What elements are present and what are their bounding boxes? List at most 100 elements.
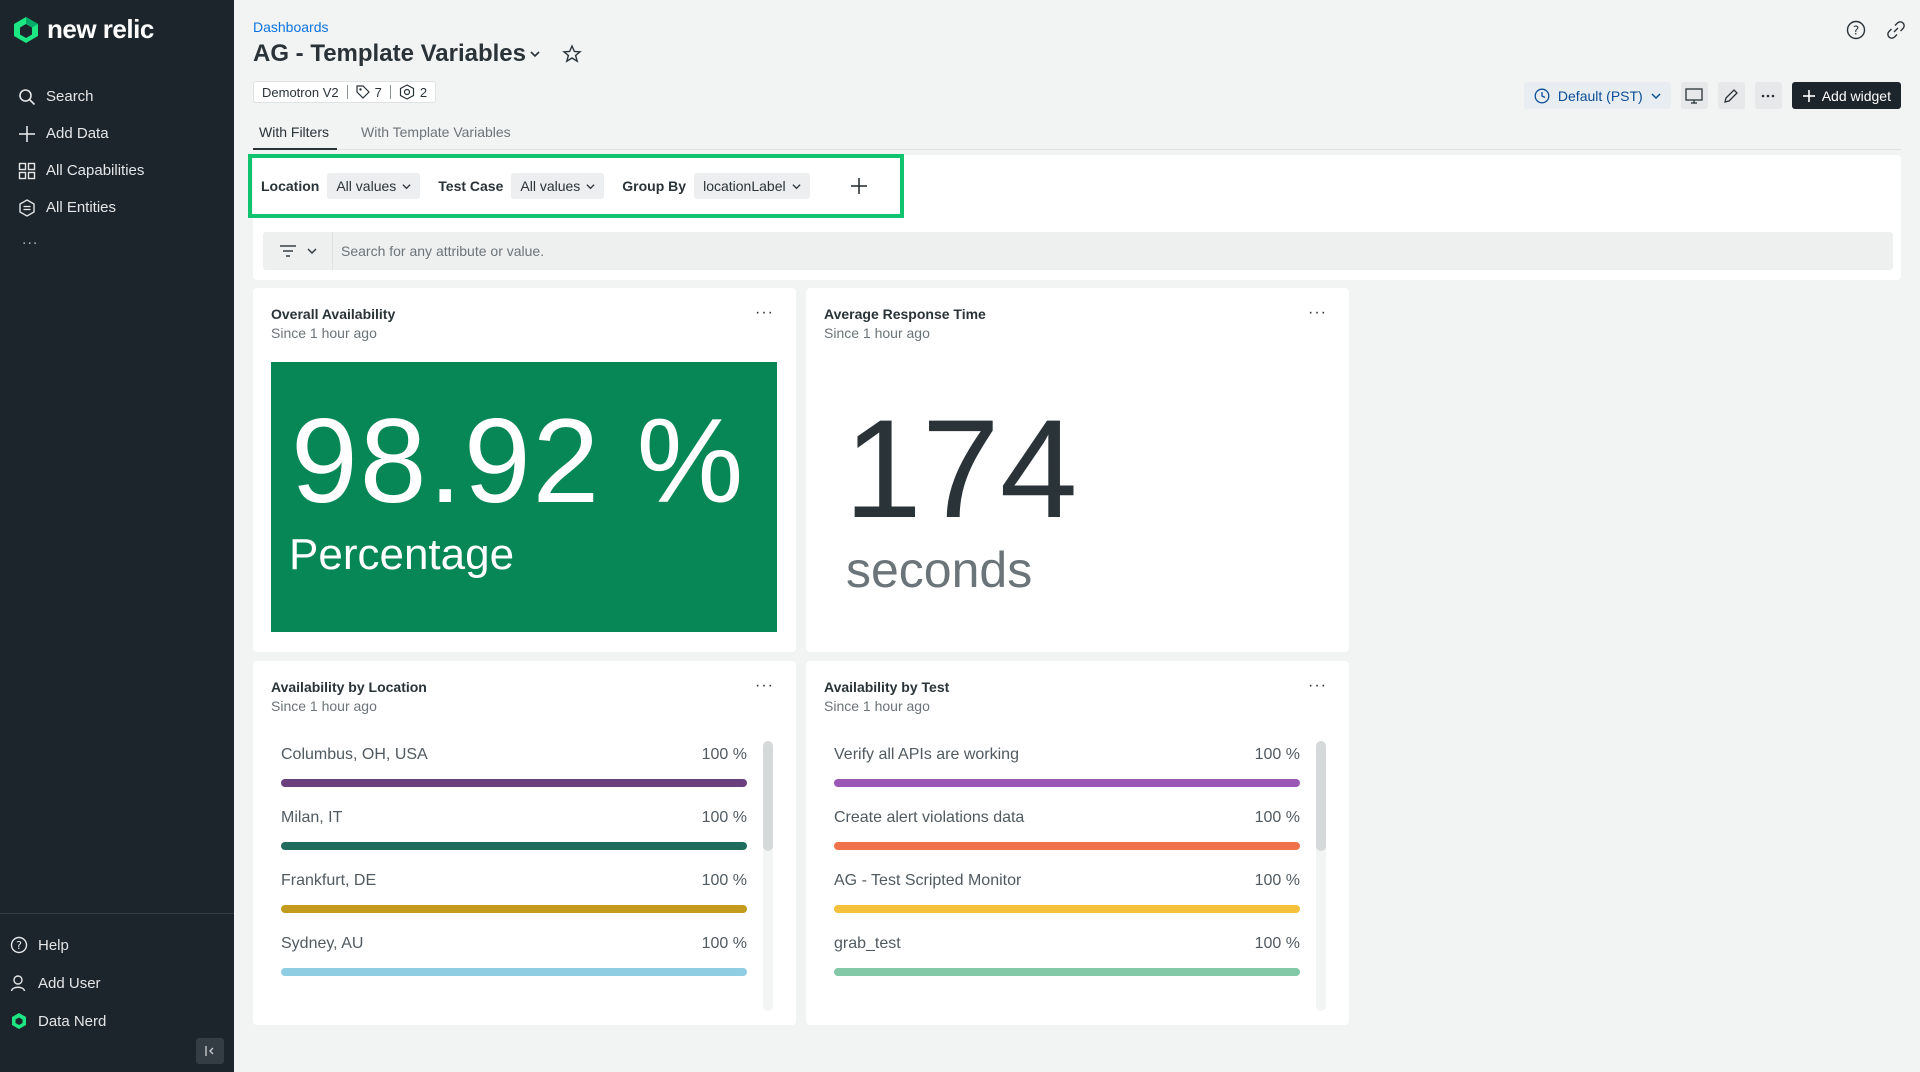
sidebar-item-all-entities[interactable]: All Entities (0, 189, 234, 226)
sidebar-item-label: Search (46, 88, 94, 105)
svg-text:?: ? (1853, 24, 1859, 38)
template-variable-bar: Location All values Test Case All values… (248, 154, 904, 218)
chevron-down-icon[interactable] (530, 49, 540, 59)
bar-value: 100 % (701, 872, 747, 889)
sidebar-more-button[interactable]: ... (0, 226, 234, 254)
filter-icon (279, 245, 296, 257)
chevron-down-icon (307, 248, 316, 254)
sidebar-item-add-user[interactable]: Add User (0, 964, 234, 1002)
help-icon[interactable]: ? (1846, 20, 1866, 40)
widget-average-response-time: Average Response Time Since 1 hour ago ·… (806, 288, 1349, 652)
bar-value: 100 % (701, 746, 747, 763)
pencil-icon (1724, 88, 1739, 103)
dashboard-meta: Demotron V2 7 2 (253, 81, 437, 103)
tags-count-value: 7 (374, 84, 382, 100)
sidebar-item-help[interactable]: ? Help (0, 926, 234, 964)
group-by-value: locationLabel (703, 178, 786, 194)
svg-text:?: ? (16, 939, 22, 952)
bar-label: Milan, IT (281, 809, 343, 826)
bar-label: Verify all APIs are working (834, 746, 1019, 763)
list-item[interactable]: Frankfurt, DE 100 % (281, 869, 747, 932)
location-dropdown[interactable]: All values (327, 173, 421, 199)
list-item[interactable]: Columbus, OH, USA 100 % (281, 743, 747, 806)
sidebar-item-all-capabilities[interactable]: All Capabilities (0, 152, 234, 189)
bar-value: 100 % (701, 935, 747, 952)
bar-list: Verify all APIs are working 100 % Create… (834, 743, 1300, 995)
billboard-value: 174 (844, 390, 1078, 547)
sidebar-item-add-data[interactable]: Add Data (0, 115, 234, 152)
bar-label: grab_test (834, 935, 901, 952)
widget-title: Average Response Time (824, 306, 986, 322)
edit-button[interactable] (1717, 82, 1745, 109)
star-icon[interactable] (562, 44, 582, 64)
chevron-down-icon (1651, 92, 1661, 99)
tab-with-filters[interactable]: With Filters (253, 120, 337, 150)
list-item[interactable]: AG - Test Scripted Monitor 100 % (834, 869, 1300, 932)
bar-fill (281, 968, 747, 976)
filter-type-button[interactable] (263, 232, 333, 270)
bar-fill (834, 779, 1300, 787)
collapse-sidebar-button[interactable] (196, 1038, 224, 1064)
scrollbar-thumb[interactable] (1316, 741, 1326, 851)
billboard-availability: 98.92 % Percentage (271, 362, 777, 632)
bar-label: AG - Test Scripted Monitor (834, 872, 1022, 889)
bar-label: Create alert violations data (834, 809, 1025, 826)
sidebar-item-label: All Entities (46, 199, 117, 216)
brand-logo[interactable]: new relic (13, 14, 154, 45)
timezone-picker[interactable]: Default (PST) (1523, 82, 1671, 109)
tag-icon (355, 85, 370, 99)
help-icon: ? (10, 936, 28, 954)
add-widget-button[interactable]: Add widget (1791, 82, 1901, 109)
filter-label-test-case: Test Case (438, 178, 504, 194)
clock-icon (1534, 88, 1550, 103)
widget-title: Overall Availability (271, 306, 396, 322)
list-item[interactable]: Create alert violations data 100 % (834, 806, 1300, 869)
bar-value: 100 % (1254, 935, 1300, 952)
bar-value: 100 % (1254, 746, 1300, 763)
widget-menu-button[interactable]: ··· (1308, 677, 1327, 695)
account-name[interactable]: Demotron V2 (262, 85, 339, 100)
top-icons: ? (1846, 20, 1906, 40)
bar-value: 100 % (701, 809, 747, 826)
chevron-down-icon (402, 183, 411, 189)
sidebar-item-search[interactable]: Search (0, 78, 234, 115)
tags-count[interactable]: 7 (355, 84, 382, 100)
list-item[interactable]: Sydney, AU 100 % (281, 932, 747, 995)
logo-icon (14, 16, 38, 43)
sidebar-item-label: Data Nerd (38, 1012, 107, 1030)
link-icon[interactable] (1886, 20, 1906, 40)
list-item[interactable]: Milan, IT 100 % (281, 806, 747, 869)
scrollbar-thumb[interactable] (763, 741, 773, 851)
list-item[interactable]: Verify all APIs are working 100 % (834, 743, 1300, 806)
breadcrumb[interactable]: Dashboards (253, 19, 329, 35)
tab-with-template-variables[interactable]: With Template Variables (355, 120, 519, 150)
sidebar-item-label: All Capabilities (46, 162, 145, 179)
bar-value: 100 % (1254, 809, 1300, 826)
bar-label: Columbus, OH, USA (281, 746, 428, 763)
sidebar-item-data-nerd[interactable]: Data Nerd (0, 1002, 234, 1040)
widget-subtitle: Since 1 hour ago (824, 698, 930, 714)
widget-menu-button[interactable]: ··· (755, 677, 774, 695)
add-variable-icon[interactable] (850, 177, 868, 195)
divider (389, 85, 391, 99)
group-by-dropdown[interactable]: locationLabel (694, 173, 810, 199)
more-options-button[interactable] (1754, 82, 1782, 109)
entity-icon (399, 84, 414, 100)
monitor-icon (1685, 87, 1703, 104)
bar-fill (834, 905, 1300, 913)
tv-mode-button[interactable] (1680, 82, 1708, 109)
list-item[interactable]: grab_test 100 % (834, 932, 1300, 995)
bar-value: 100 % (1254, 872, 1300, 889)
widget-availability-by-test: Availability by Test Since 1 hour ago ··… (806, 661, 1349, 1025)
timezone-label: Default (PST) (1557, 87, 1643, 104)
widget-subtitle: Since 1 hour ago (824, 325, 930, 341)
test-case-dropdown[interactable]: All values (511, 173, 605, 199)
widget-menu-button[interactable]: ··· (1308, 304, 1327, 322)
entities-count[interactable]: 2 (399, 84, 427, 100)
filter-label-location: Location (261, 178, 320, 194)
divider (346, 85, 348, 99)
title-row: AG - Template Variables (253, 40, 582, 68)
widget-menu-button[interactable]: ··· (755, 304, 774, 322)
search-input[interactable] (333, 233, 1893, 269)
sidebar-item-label: Add Data (46, 125, 109, 142)
